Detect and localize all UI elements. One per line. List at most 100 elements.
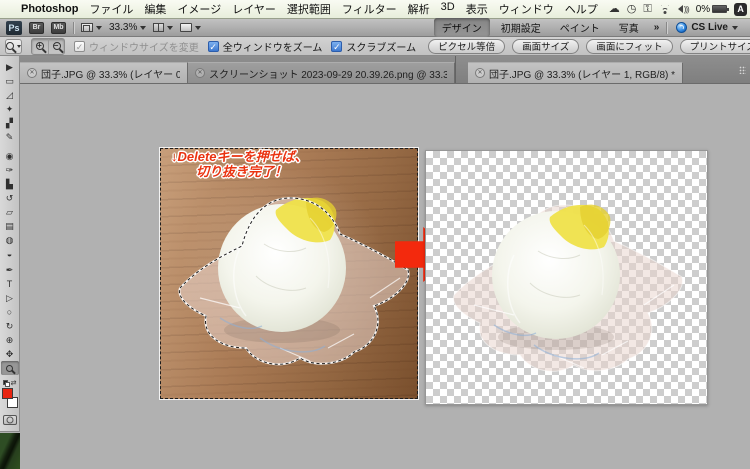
arrange-documents-icon (153, 23, 165, 32)
mini-bridge-button[interactable]: Mb (51, 21, 66, 34)
menu-bar: Photoshop ファイル 編集 イメージ レイヤー 選択範囲 フィルター 解析 3D 表示ウ… (0, 0, 750, 19)
panel-grip-icon[interactable] (739, 66, 746, 74)
divider (73, 21, 74, 34)
foreground-color-swatch[interactable] (1, 388, 13, 399)
menu-bar-status: ☁ ◷ ⚿ ))) 0% A 英字 金 20:40 ≡ (609, 2, 750, 17)
cs-live-button[interactable]: CS Live (670, 21, 744, 34)
pen-tool[interactable]: ✒ (1, 263, 19, 277)
menu-item[interactable]: 編集 (144, 1, 166, 17)
battery-icon (712, 5, 730, 13)
options-checkbox[interactable]: ✓ ウィンドウサイズを変更 (74, 39, 199, 54)
menu-item[interactable]: 解析 (408, 1, 430, 17)
document-tab[interactable]: ✕ 団子.JPG @ 33.3% (レイヤー 1, RGB/8) * (468, 62, 684, 83)
move-tool[interactable]: ▶ (1, 60, 19, 74)
zoom-level-dropdown[interactable]: 33.3% (109, 22, 147, 33)
workspace-button[interactable]: デザイン (433, 18, 490, 37)
type-tool[interactable]: T (1, 277, 19, 291)
quick-mask-button[interactable] (2, 415, 17, 425)
quick-selection-tool[interactable]: ✦ (1, 102, 19, 116)
menu-item[interactable]: ヘルプ (565, 1, 598, 17)
default-colors-icon[interactable] (2, 380, 10, 387)
checkbox-icon[interactable]: ✓ (74, 40, 85, 52)
menu-item[interactable]: 3D (441, 1, 455, 17)
mochi-photo (178, 196, 410, 366)
divider (666, 21, 668, 34)
menu-item[interactable]: イメージ (177, 1, 221, 17)
shape-tool[interactable]: ○ (1, 305, 19, 319)
3d-rotate-tool[interactable]: ↻ (1, 319, 19, 333)
zoom-tool[interactable] (0, 361, 19, 375)
screen-mode-dropdown[interactable] (180, 23, 202, 32)
workspace-overflow-button[interactable]: » (650, 20, 664, 35)
3d-pan-tool[interactable]: ⊕ (1, 333, 19, 347)
clone-stamp-tool[interactable]: ▙ (1, 177, 19, 191)
history-brush-tool[interactable]: ↺ (1, 191, 19, 205)
document-tab[interactable]: ✕ スクリーンショット 2023-09-29 20.39.26.png @ 33.… (187, 62, 455, 83)
menu-item[interactable]: フィルター (342, 1, 397, 17)
brush-tool[interactable]: ✑ (1, 163, 19, 177)
dodge-tool[interactable]: ◒ (1, 247, 19, 261)
tab-close-icon[interactable]: ✕ (27, 68, 37, 78)
options-button[interactable]: プリントサイズ (679, 38, 750, 54)
app-status-icon[interactable]: ⚿ (643, 3, 651, 15)
tab-title: 団子.JPG @ 33.3% (レイヤー 0, RGB/8) * (41, 69, 180, 81)
menu-item[interactable]: ファイル (89, 1, 133, 17)
workspace-button[interactable]: ペイント (552, 18, 608, 37)
eraser-tool[interactable]: ▱ (1, 205, 19, 219)
marquee-tool[interactable]: ▭ (1, 74, 19, 88)
color-swatches (1, 388, 19, 408)
healing-brush-tool[interactable]: ◉ (1, 149, 19, 163)
zoom-out-button[interactable]: − (48, 38, 64, 54)
tab-close-icon[interactable]: ✕ (194, 68, 205, 78)
blur-tool[interactable]: ◍ (1, 233, 19, 247)
menu-item[interactable]: ウィンドウ (499, 1, 554, 17)
chevron-down-icon (96, 25, 102, 30)
annotation-line-1: ↓Deleteキーを押せば、 (171, 149, 308, 164)
bridge-button[interactable]: Br (29, 21, 44, 34)
wifi-icon[interactable] (659, 5, 671, 14)
battery-indicator[interactable]: 0% (696, 4, 730, 15)
photoshop-screen: Photoshop ファイル 編集 イメージ レイヤー 選択範囲 フィルター 解析 3D 表示ウ… (0, 0, 750, 469)
chevron-down-icon (17, 44, 21, 48)
swap-colors-icon[interactable]: ⇄ (11, 380, 17, 387)
zoom-level-value: 33.3% (109, 22, 138, 33)
arrange-documents-dropdown[interactable] (153, 23, 174, 32)
options-button[interactable]: ピクセル等倍 (428, 38, 506, 54)
cloud-icon[interactable]: ☁ (609, 3, 620, 15)
menu-item[interactable]: 表示 (466, 1, 488, 17)
zoom-in-button[interactable]: + (32, 39, 48, 54)
mochi-cutout (452, 203, 684, 373)
path-selection-tool[interactable]: ▷ (1, 291, 19, 305)
crop-tool[interactable]: ▞ (1, 116, 19, 130)
cs-live-icon (676, 22, 688, 33)
annotation-line-2: 切り抜き完了！ (196, 164, 288, 179)
eyedropper-tool[interactable]: ✎ (1, 130, 19, 144)
gradient-tool[interactable]: ▤ (1, 219, 19, 233)
clock-icon[interactable]: ◷ (627, 3, 637, 15)
workspace-button[interactable]: 初期設定 (493, 18, 549, 37)
view-extras-dropdown[interactable] (81, 23, 102, 32)
input-source-icon[interactable]: A (734, 2, 748, 16)
current-tool-preview[interactable] (5, 38, 22, 54)
tab-close-icon[interactable]: ✕ (475, 68, 485, 78)
document-tab[interactable]: ✕ 団子.JPG @ 33.3% (レイヤー 0, RGB/8) * (20, 62, 188, 83)
hand-tool[interactable]: ✥ (1, 347, 19, 361)
tab-group-right: ✕ 団子.JPG @ 33.3% (レイヤー 1, RGB/8) * (456, 56, 750, 83)
menu-item[interactable]: 選択範囲 (287, 1, 331, 17)
volume-icon[interactable]: ))) (677, 5, 690, 14)
options-button[interactable]: 画面サイズ (512, 38, 580, 54)
lasso-tool[interactable]: ◿ (1, 88, 19, 102)
workspace-button[interactable]: 写真 (611, 18, 647, 37)
options-button[interactable]: 画面にフィット (586, 38, 673, 54)
document-after[interactable] (425, 150, 708, 405)
options-checkbox[interactable]: ✓ 全ウィンドウをズーム (207, 39, 322, 54)
menu-item[interactable]: レイヤー (232, 1, 276, 17)
checkbox-icon[interactable]: ✓ (207, 40, 219, 52)
document-before[interactable]: ↓Deleteキーを押せば、 切り抜き完了！ (160, 148, 418, 399)
cs-live-label: CS Live (691, 22, 728, 33)
desktop-wallpaper (0, 433, 20, 469)
options-checkbox[interactable]: ✓ スクラブズーム (331, 39, 416, 54)
chevron-down-icon (732, 25, 738, 30)
checkbox-icon[interactable]: ✓ (331, 40, 343, 52)
menu-app-name[interactable]: Photoshop (21, 3, 78, 15)
